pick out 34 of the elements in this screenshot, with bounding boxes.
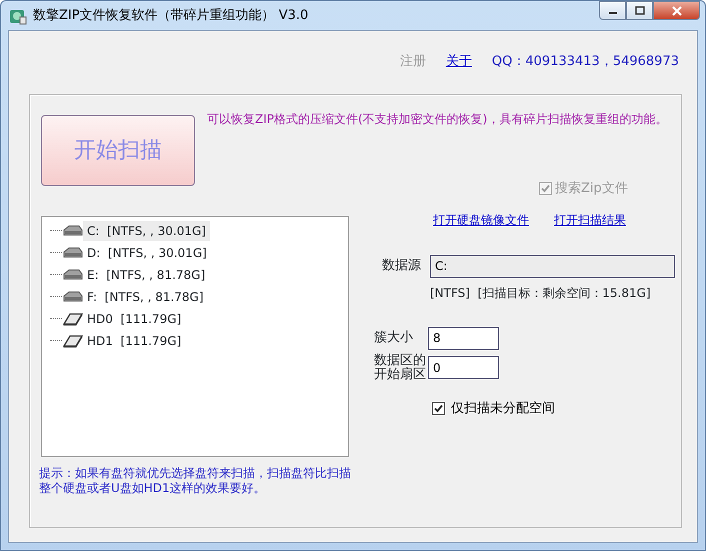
tree-item[interactable]: D: [NTFS, , 30.01G] — [83, 242, 211, 262]
window-title: 数擎ZIP文件恢复软件（带碎片重组功能） V3.0 — [33, 6, 308, 25]
checkbox-label: 搜索Zip文件 — [555, 180, 628, 198]
source-info-text: [NTFS] [扫描目标：剩余空间：15.81G] — [430, 284, 652, 302]
hint-text: 提示：如果有盘符就优先选择盘符来扫描，扫描盘符比扫描整个硬盘或者U盘如HD1这样的效果要好。 — [39, 466, 352, 496]
cluster-size-field[interactable]: 8 — [428, 326, 499, 350]
drive-icon — [63, 268, 83, 280]
open-link[interactable]: 打开硬盘镜像文件 — [433, 210, 529, 228]
drive-icon — [63, 290, 83, 302]
checkbox[interactable] — [432, 402, 445, 415]
open-link[interactable]: 打开扫描结果 — [554, 210, 626, 228]
tree-item[interactable]: F: [NTFS, , 81.78G] — [83, 286, 208, 306]
tree-item[interactable]: HD1 [111.79G] — [83, 330, 186, 350]
maximize-icon — [634, 6, 644, 15]
maximize-button[interactable] — [626, 1, 653, 20]
disk-icon — [63, 312, 83, 326]
field-label: 数据源 — [382, 257, 422, 276]
data-source-field[interactable]: C: — [430, 254, 675, 278]
close-icon — [670, 6, 682, 16]
about-link[interactable]: 关于 — [446, 52, 472, 71]
disk-icon — [63, 334, 83, 348]
drive-icon — [63, 224, 83, 236]
start-sector-field[interactable]: 0 — [428, 356, 499, 379]
checkbox-label: 仅扫描未分配空间 — [451, 400, 555, 418]
tree-item[interactable]: HD0 [111.79G] — [83, 308, 186, 328]
drive-icon — [63, 246, 83, 258]
minimize-button[interactable] — [599, 1, 626, 20]
tree-item[interactable]: C: [NTFS, , 30.01G] — [83, 220, 210, 240]
tree-item[interactable]: E: [NTFS, , 81.78G] — [83, 264, 210, 284]
field-label: 簇大小 — [374, 331, 414, 345]
close-button[interactable] — [653, 1, 700, 20]
description-text: 可以恢复ZIP格式的压缩文件(不支持加密文件的恢复)，具有碎片扫描恢复重组的功能。 — [207, 111, 668, 128]
field-label: 数据区的开始扇区 — [374, 354, 427, 382]
qq-text: QQ：409133413，54968973 — [492, 53, 679, 71]
